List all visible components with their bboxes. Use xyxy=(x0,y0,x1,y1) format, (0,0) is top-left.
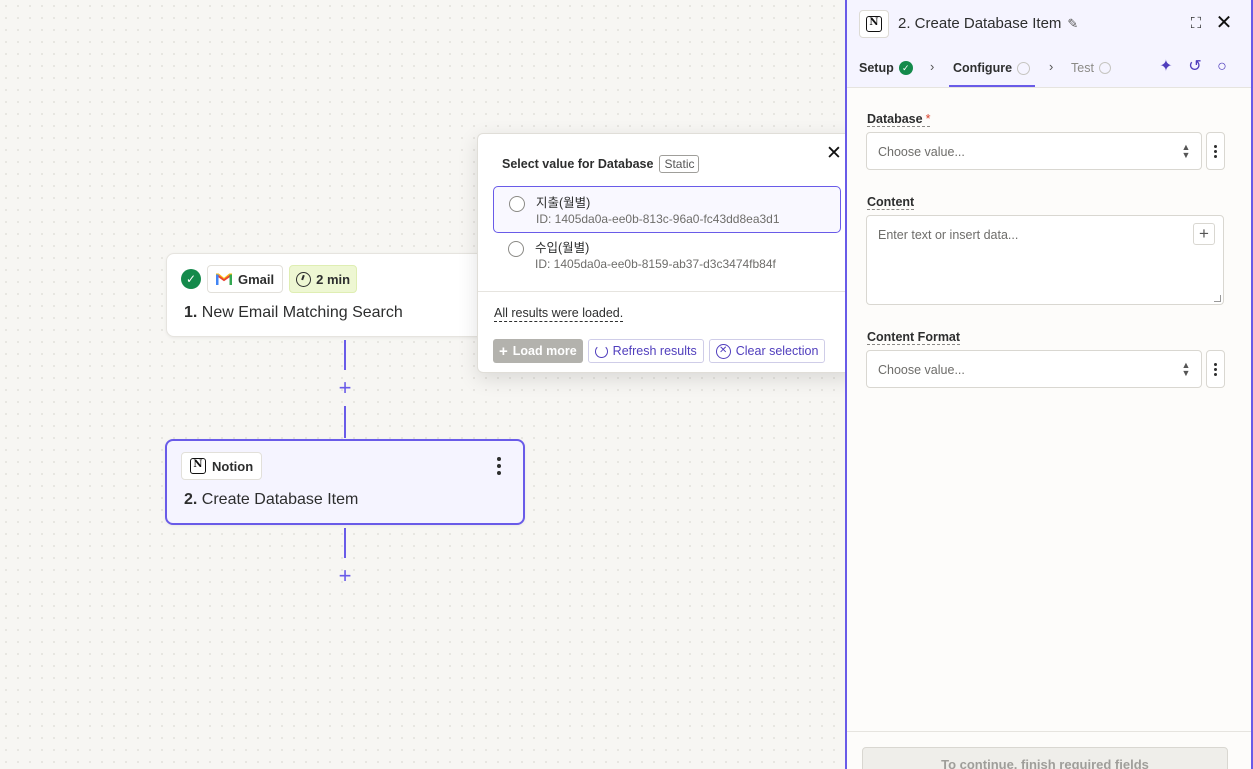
database-placeholder: Choose value... xyxy=(878,145,965,159)
tab-test[interactable]: Test xyxy=(1071,61,1111,75)
check-icon: ✓ xyxy=(181,269,201,289)
radio-button[interactable] xyxy=(509,196,525,212)
tab-label: Test xyxy=(1071,61,1094,75)
tab-setup[interactable]: Setup ✓ xyxy=(859,61,913,75)
connector-line xyxy=(344,340,346,370)
option-id: ID: 1405da0a-ee0b-8159-ab37-d3c3474fb84f xyxy=(535,257,776,271)
clear-icon: ✕ xyxy=(715,343,731,359)
app-icon-box: N xyxy=(859,10,889,38)
step-number: 2. xyxy=(184,491,198,508)
step-name: Create Database Item xyxy=(201,491,359,508)
chevron-right-icon: › xyxy=(1049,59,1054,74)
check-icon: ✓ xyxy=(898,61,913,75)
refresh-results-button[interactable]: Refresh results xyxy=(587,339,704,363)
chevron-right-icon: › xyxy=(930,59,935,74)
static-badge: Static xyxy=(659,155,700,173)
load-more-label: Load more xyxy=(512,344,577,358)
divider xyxy=(847,731,1251,732)
connector-line xyxy=(344,528,346,558)
notion-icon: N xyxy=(190,458,206,474)
option-id: ID: 1405da0a-ee0b-813c-96a0-fc43dd8ea3d1 xyxy=(536,212,780,226)
add-step-icon[interactable]: + xyxy=(336,565,354,587)
app-chip-notion: N Notion xyxy=(181,452,263,480)
clear-selection-button[interactable]: ✕ Clear selection xyxy=(708,339,826,363)
step-name: New Email Matching Search xyxy=(201,304,403,321)
step-card-notion[interactable]: N Notion 2. Create Database Item xyxy=(165,439,525,525)
option-item[interactable]: 지출(월별) ID: 1405da0a-ee0b-813c-96a0-fc43d… xyxy=(493,186,841,233)
content-textarea[interactable]: Enter text or insert data... + xyxy=(866,215,1224,305)
duration-label: 2 min xyxy=(316,271,351,287)
sparkle-icon[interactable]: ✦ xyxy=(1157,58,1175,76)
step-menu-icon[interactable] xyxy=(491,457,507,475)
clock-icon xyxy=(1098,62,1111,74)
step-header: N Notion xyxy=(181,452,263,480)
content-format-label: Content Format xyxy=(867,330,961,345)
tab-label: Configure xyxy=(953,61,1013,75)
popover-actions: + Load more Refresh results ✕ Clear sele… xyxy=(493,339,826,363)
expand-icon[interactable]: ⛶ xyxy=(1188,16,1204,32)
step-config-panel: N 2. Create Database Item ✎ ⛶ ✕ Setup ✓ … xyxy=(845,0,1253,769)
workflow-canvas[interactable]: ✓ Gmail 2 min 1. New Email Matching Sear… xyxy=(0,0,845,769)
panel-header: N 2. Create Database Item ✎ ⛶ ✕ xyxy=(847,0,1251,48)
undo-icon[interactable]: ↺ xyxy=(1186,58,1204,76)
step-number: 1. xyxy=(184,304,198,321)
continue-button[interactable]: To continue, finish required fields xyxy=(862,747,1228,769)
panel-title[interactable]: 2. Create Database Item ✎ xyxy=(898,15,1078,32)
database-options-icon[interactable] xyxy=(1206,132,1225,170)
chevron-updown-icon: ▲ ▼ xyxy=(1181,360,1191,378)
app-name: Gmail xyxy=(238,271,275,287)
database-label-text: Database xyxy=(867,112,923,126)
option-label: 수입(월별) xyxy=(535,241,590,255)
content-format-select[interactable]: Choose value... ▲ ▼ xyxy=(866,350,1202,388)
divider xyxy=(478,291,856,292)
clear-label: Clear selection xyxy=(735,344,819,358)
duration-chip: 2 min xyxy=(289,265,358,293)
resize-handle[interactable] xyxy=(1214,295,1221,302)
format-options-icon[interactable] xyxy=(1206,350,1225,388)
panel-title-text: 2. Create Database Item xyxy=(898,15,1062,32)
results-status: All results were loaded. xyxy=(494,306,624,322)
step-header: ✓ Gmail 2 min xyxy=(181,265,358,293)
content-label: Content xyxy=(867,195,915,210)
step-title: 1. New Email Matching Search xyxy=(184,304,403,322)
step-card-gmail[interactable]: ✓ Gmail 2 min 1. New Email Matching Sear… xyxy=(166,253,524,337)
app-name: Notion xyxy=(212,458,254,474)
required-marker: * xyxy=(925,112,931,126)
connector-line xyxy=(344,406,346,438)
insert-data-button[interactable]: + xyxy=(1193,223,1215,245)
content-placeholder: Enter text or insert data... xyxy=(878,228,1019,242)
database-select[interactable]: Choose value... ▲ ▼ xyxy=(866,132,1202,170)
chevron-updown-icon: ▲ ▼ xyxy=(1181,142,1191,160)
option-item[interactable]: 수입(월별) ID: 1405da0a-ee0b-8159-ab37-d3c34… xyxy=(493,232,841,279)
notion-icon: N xyxy=(866,16,882,32)
popover-title-text: Select value for Database xyxy=(502,157,654,171)
option-label: 지출(월별) xyxy=(536,196,591,210)
format-placeholder: Choose value... xyxy=(878,363,965,377)
active-tab-indicator xyxy=(949,85,1035,87)
tab-configure[interactable]: Configure xyxy=(953,61,1031,75)
refresh-label: Refresh results xyxy=(612,344,697,358)
app-chip-gmail: Gmail xyxy=(207,265,284,293)
close-icon[interactable]: ✕ xyxy=(826,144,842,163)
database-label: Database * xyxy=(867,112,931,127)
load-more-button[interactable]: + Load more xyxy=(493,339,583,363)
close-icon[interactable]: ✕ xyxy=(1215,13,1233,33)
pencil-icon[interactable]: ✎ xyxy=(1067,16,1078,32)
step-title: 2. Create Database Item xyxy=(184,491,358,509)
gmail-icon xyxy=(216,273,232,285)
refresh-icon xyxy=(594,344,608,358)
database-select-popover: Select value for Database Static ✕ 지출(월별… xyxy=(477,133,857,373)
tab-label: Setup xyxy=(859,61,894,75)
popover-title: Select value for Database Static xyxy=(502,155,700,173)
comment-icon[interactable]: ○ xyxy=(1213,58,1231,76)
radio-button[interactable] xyxy=(508,241,524,257)
add-step-icon[interactable]: + xyxy=(336,377,354,399)
clock-icon xyxy=(296,271,312,287)
pending-icon xyxy=(1017,61,1031,75)
plus-icon: + xyxy=(499,342,508,360)
